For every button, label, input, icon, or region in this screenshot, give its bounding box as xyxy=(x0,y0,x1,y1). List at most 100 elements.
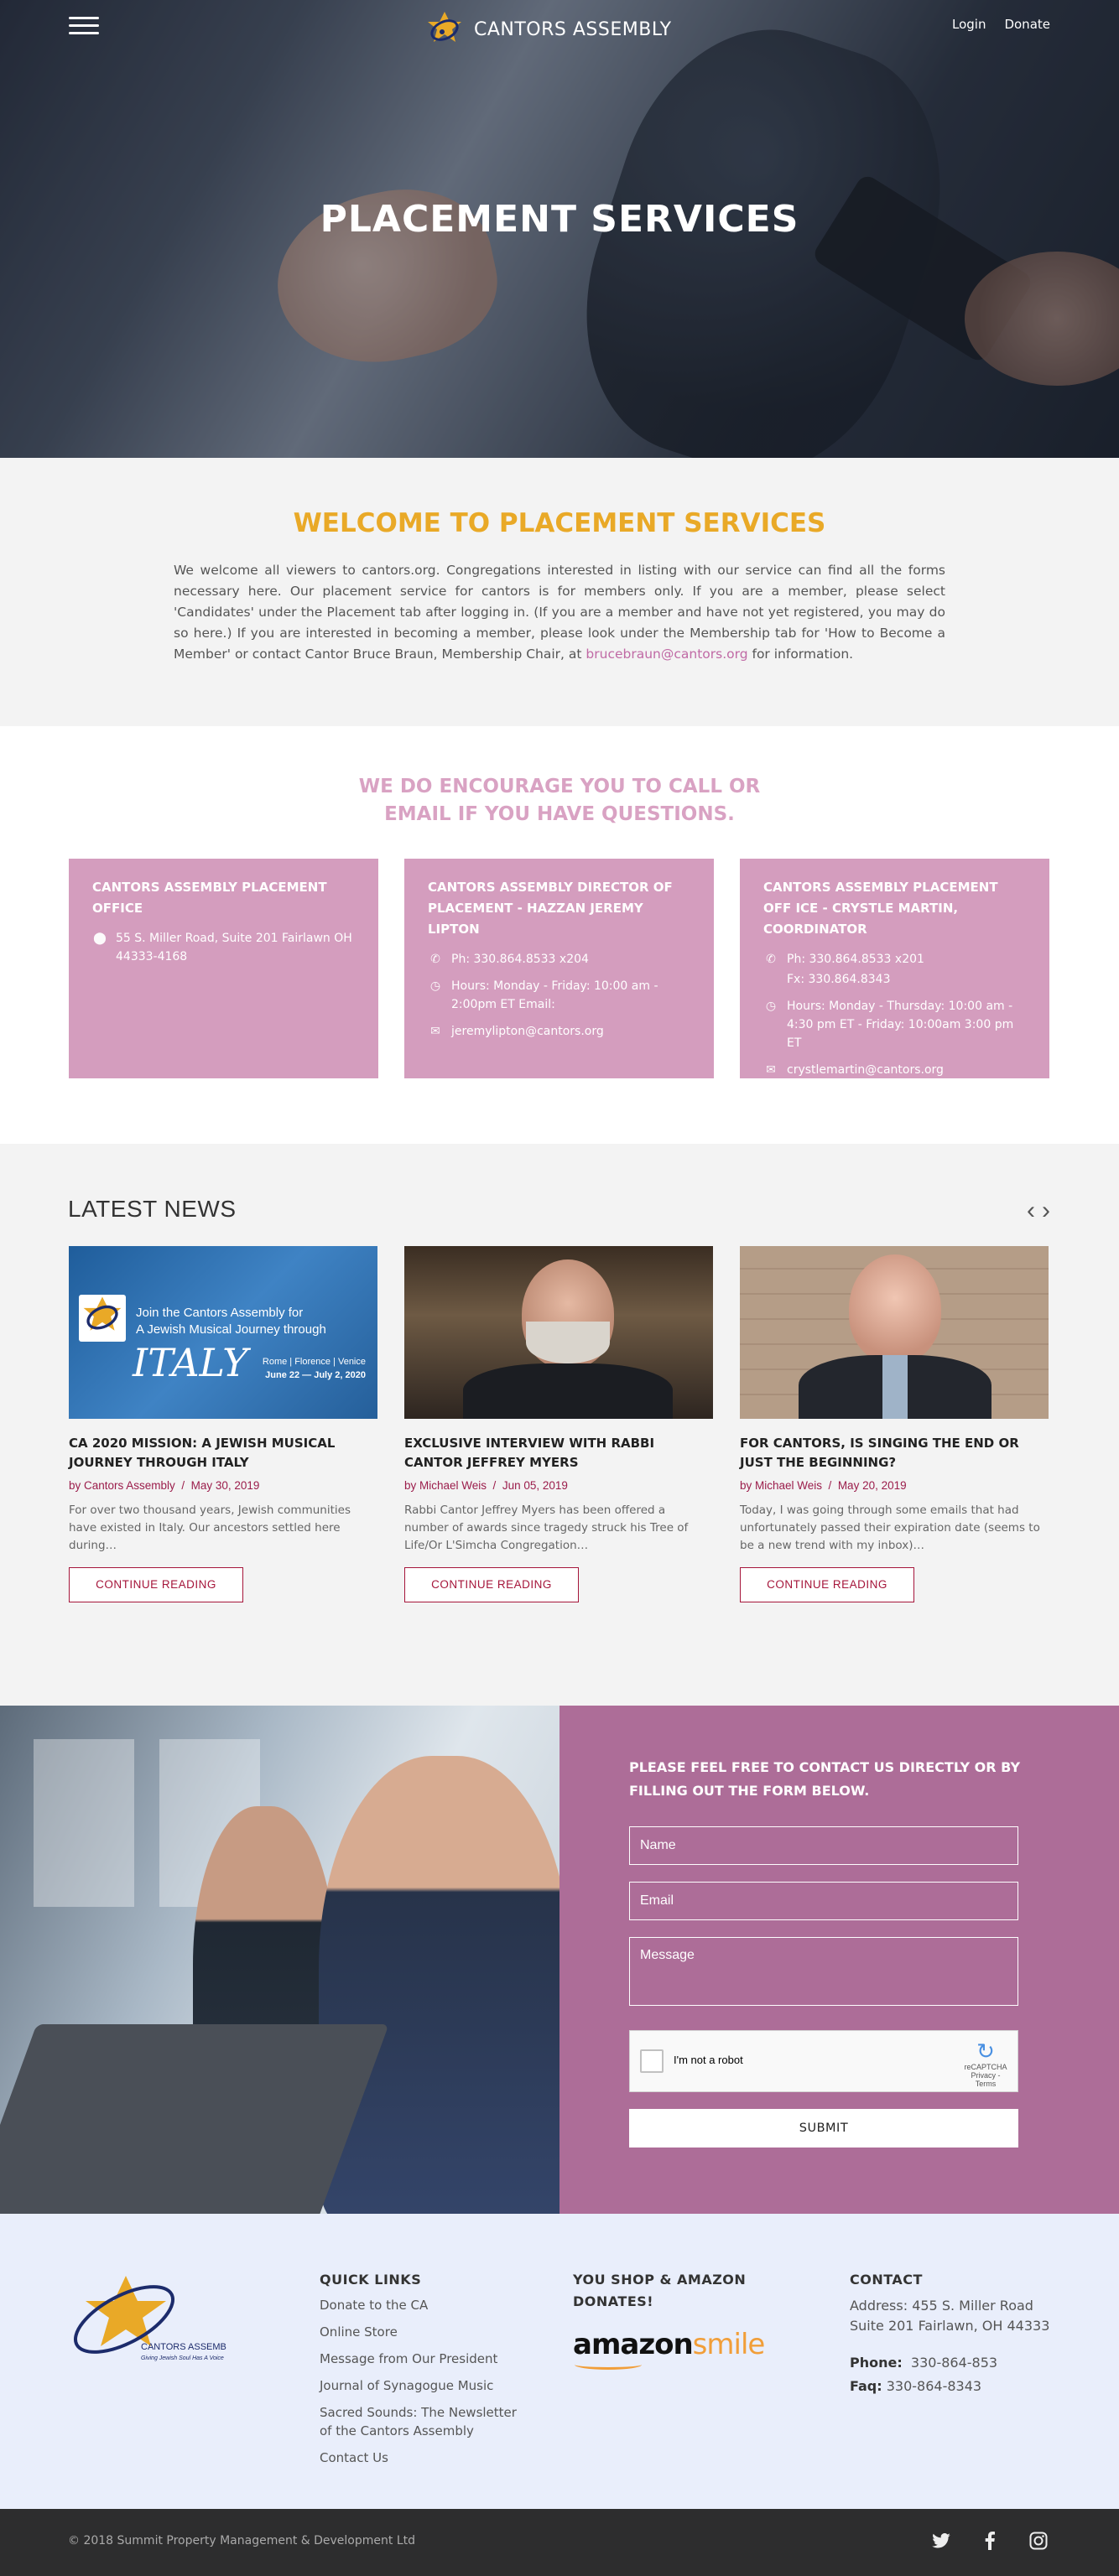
encourage-line-1: WE DO ENCOURAGE YOU TO CALL OR xyxy=(358,776,761,797)
submit-button[interactable]: SUBMIT xyxy=(629,2109,1018,2148)
menu-icon[interactable] xyxy=(69,17,99,35)
post-thumbnail[interactable]: Join the Cantors Assembly for A Jewish M… xyxy=(69,1246,377,1419)
contact-form: PLEASE FEEL FREE TO CONTACT US DIRECTLY … xyxy=(560,1706,1119,2214)
social-links xyxy=(929,2529,1050,2553)
facebook-icon[interactable] xyxy=(978,2529,1002,2553)
amazon-smile-word: smile xyxy=(692,2328,766,2361)
login-link[interactable]: Login xyxy=(952,17,986,32)
card-phone: Ph: 330.864.8533 x201 xyxy=(787,953,924,966)
recaptcha-checkbox[interactable] xyxy=(640,2049,664,2073)
quick-links-title: QUICK LINKS xyxy=(320,2272,422,2288)
amazon-smile-logo[interactable]: amazonsmile xyxy=(573,2328,774,2370)
post-meta: by Michael Weis / May 20, 2019 xyxy=(740,1479,907,1492)
footer-logo[interactable]: CANTORS ASSEMBLY Giving Jewish Soul Has … xyxy=(67,2272,226,2365)
thumb-cities: Rome | Florence | Venice xyxy=(262,1357,366,1367)
continue-reading-button[interactable]: CONTINUE READING xyxy=(404,1567,579,1602)
post-author[interactable]: by Michael Weis xyxy=(404,1479,487,1492)
footer-phones: Phone: 330-864-853 Faq: 330-864-8343 xyxy=(850,2351,1059,2398)
post-thumbnail[interactable] xyxy=(740,1246,1049,1419)
envelope-icon: ✉ xyxy=(766,1063,776,1077)
recaptcha-logo: ↻ reCAPTCHA Privacy - Terms xyxy=(960,2039,1011,2088)
quick-link[interactable]: Online Store xyxy=(320,2323,529,2341)
continue-reading-button[interactable]: CONTINUE READING xyxy=(69,1567,243,1602)
amazon-title: YOU SHOP & AMAZON DONATES! xyxy=(573,2272,747,2309)
recaptcha-terms-link[interactable]: Privacy - Terms xyxy=(960,2071,1011,2088)
quick-link[interactable]: Message from Our President xyxy=(320,2350,529,2368)
post-title[interactable]: CA 2020 MISSION: A JEWISH MUSICAL JOURNE… xyxy=(69,1434,377,1472)
footer: CANTORS ASSEMBLY Giving Jewish Soul Has … xyxy=(0,2214,1119,2509)
thumb-caption: Join the Cantors Assembly for A Jewish M… xyxy=(136,1305,326,1338)
continue-reading-button[interactable]: CONTINUE READING xyxy=(740,1567,914,1602)
contact-photo xyxy=(0,1706,560,2214)
card-address: 55 S. Miller Road, Suite 201 Fairlawn OH… xyxy=(116,932,352,963)
news-title: LATEST NEWS xyxy=(68,1196,237,1222)
contact-column: CONTACT Address: 455 S. Miller Road Suit… xyxy=(850,2269,1059,2398)
person-shirt xyxy=(882,1355,908,1419)
post-date: May 20, 2019 xyxy=(837,1479,907,1492)
membership-email-link[interactable]: brucebraun@cantors.org xyxy=(586,647,747,662)
thumb-dates: June 22 — July 2, 2020 xyxy=(265,1370,366,1380)
instagram-icon[interactable] xyxy=(1027,2529,1050,2553)
contact-info-section: WE DO ENCOURAGE YOU TO CALL OR EMAIL IF … xyxy=(0,726,1119,1144)
clock-icon: ◷ xyxy=(429,979,441,993)
quick-link[interactable]: Contact Us xyxy=(320,2449,529,2467)
news-post: FOR CANTORS, IS SINGING THE END OR JUST … xyxy=(740,1246,1049,1602)
thumb-logo xyxy=(79,1295,126,1342)
card-email-link[interactable]: crystlemartin@cantors.org xyxy=(787,1061,944,1079)
contact-title: CONTACT xyxy=(850,2272,923,2288)
hero-banner: CANTORS ASSEMBLY Login Donate PLACEMENT … xyxy=(0,0,1119,458)
footer-fax: 330-864-8343 xyxy=(886,2378,982,2394)
copyright: © 2018 Summit Property Management & Deve… xyxy=(68,2534,415,2547)
card-email-link[interactable]: jeremylipton@cantors.org xyxy=(451,1022,604,1041)
post-title[interactable]: EXCLUSIVE INTERVIEW WITH RABBI CANTOR JE… xyxy=(404,1434,713,1472)
post-date: Jun 05, 2019 xyxy=(502,1479,568,1492)
quick-link[interactable]: Donate to the CA xyxy=(320,2296,529,2314)
name-field[interactable] xyxy=(629,1826,1018,1865)
chevron-left-icon[interactable]: ‹ xyxy=(1027,1198,1035,1223)
thumb-big-text: ITALY xyxy=(133,1340,248,1385)
post-thumbnail[interactable] xyxy=(404,1246,713,1419)
post-title[interactable]: FOR CANTORS, IS SINGING THE END OR JUST … xyxy=(740,1434,1049,1472)
quick-link[interactable]: Journal of Synagogue Music xyxy=(320,2376,529,2395)
latest-news-section: LATEST NEWS ‹ › Join the Cantors Assembl… xyxy=(0,1144,1119,1706)
site-logo[interactable]: CANTORS ASSEMBLY xyxy=(424,10,672,49)
encourage-heading: WE DO ENCOURAGE YOU TO CALL OR EMAIL IF … xyxy=(0,773,1119,828)
top-nav: Login Donate xyxy=(952,17,1050,32)
card-phone: Ph: 330.864.8533 x204 xyxy=(451,953,589,966)
card-hours: Hours: Monday - Thursday: 10:00 am - 4:3… xyxy=(787,1000,1014,1050)
amazon-word: amazon xyxy=(573,2328,694,2361)
welcome-section: WELCOME TO PLACEMENT SERVICES We welcome… xyxy=(0,458,1119,726)
logo-mark-icon xyxy=(428,12,461,42)
footer-phone[interactable]: 330-864-853 xyxy=(911,2355,997,2371)
recaptcha-label: I'm not a robot xyxy=(674,2054,743,2066)
phone-label: Phone: xyxy=(850,2355,903,2371)
donate-link[interactable]: Donate xyxy=(1004,17,1050,32)
recaptcha-icon: ↻ xyxy=(976,2038,995,2064)
director-card: CANTORS ASSEMBLY DIRECTOR OF PLACEMENT -… xyxy=(404,859,714,1078)
post-author[interactable]: by Cantors Assembly xyxy=(69,1479,175,1492)
news-post: Join the Cantors Assembly for A Jewish M… xyxy=(69,1246,377,1602)
map-pin-icon: ⬤ xyxy=(93,932,107,945)
carousel-arrows: ‹ › xyxy=(1027,1198,1050,1223)
photo-window xyxy=(34,1739,134,1907)
welcome-title: WELCOME TO PLACEMENT SERVICES xyxy=(293,508,826,538)
twitter-icon[interactable] xyxy=(929,2529,953,2553)
form-heading: PLEASE FEEL FREE TO CONTACT US DIRECTLY … xyxy=(629,1759,1021,1799)
email-field[interactable] xyxy=(629,1882,1018,1920)
chevron-right-icon[interactable]: › xyxy=(1042,1198,1050,1223)
person-face xyxy=(849,1254,941,1363)
envelope-icon: ✉ xyxy=(430,1025,440,1038)
person-suit xyxy=(463,1363,673,1419)
thumb-line-1: Join the Cantors Assembly for xyxy=(136,1306,304,1320)
message-field[interactable] xyxy=(629,1937,1018,2006)
card-hours: Hours: Monday - Friday: 10:00 am - 2:00p… xyxy=(451,979,658,1011)
thumb-line-2: A Jewish Musical Journey through xyxy=(136,1322,326,1337)
phone-icon: ✆ xyxy=(430,953,440,966)
bottom-bar: © 2018 Summit Property Management & Deve… xyxy=(0,2509,1119,2576)
recaptcha-widget: I'm not a robot ↻ reCAPTCHA Privacy - Te… xyxy=(629,2030,1018,2092)
quick-link[interactable]: Sacred Sounds: The Newsletter of the Can… xyxy=(320,2403,529,2440)
post-author[interactable]: by Michael Weis xyxy=(740,1479,822,1492)
amazon-column: YOU SHOP & AMAZON DONATES! amazonsmile xyxy=(573,2269,774,2370)
footer-logo-text: CANTORS ASSEMBLY xyxy=(141,2342,226,2352)
logo-mark-icon xyxy=(83,1296,122,1331)
